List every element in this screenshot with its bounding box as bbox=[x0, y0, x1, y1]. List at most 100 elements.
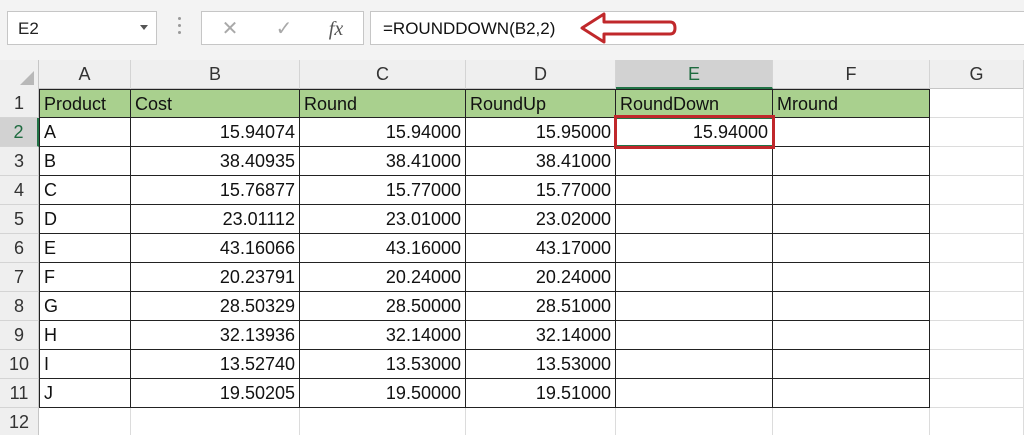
formula-input[interactable]: =ROUNDDOWN(B2,2) bbox=[370, 11, 1024, 45]
cell-c4[interactable]: 15.77000 bbox=[300, 176, 466, 205]
cell-e10[interactable] bbox=[616, 350, 773, 379]
cancel-icon[interactable]: ✕ bbox=[217, 16, 243, 42]
cell-f12[interactable] bbox=[773, 408, 930, 435]
cell-a8[interactable]: G bbox=[39, 292, 131, 321]
cell-g12[interactable] bbox=[930, 408, 1024, 435]
cell-a4[interactable]: C bbox=[39, 176, 131, 205]
cell-b9[interactable]: 32.13936 bbox=[131, 321, 300, 350]
cell-g2[interactable] bbox=[930, 118, 1024, 147]
cell-g10[interactable] bbox=[930, 350, 1024, 379]
column-header-a[interactable]: A bbox=[39, 60, 131, 89]
row-header-4[interactable]: 4 bbox=[0, 176, 39, 205]
row-header-5[interactable]: 5 bbox=[0, 205, 39, 234]
column-header-g[interactable]: G bbox=[930, 60, 1024, 89]
cell-c12[interactable] bbox=[300, 408, 466, 435]
cell-b10[interactable]: 13.52740 bbox=[131, 350, 300, 379]
cell-g7[interactable] bbox=[930, 263, 1024, 292]
cell-c7[interactable]: 20.24000 bbox=[300, 263, 466, 292]
cell-a6[interactable]: E bbox=[39, 234, 131, 263]
cell-g6[interactable] bbox=[930, 234, 1024, 263]
cell-d8[interactable]: 28.51000 bbox=[466, 292, 616, 321]
cell-b2[interactable]: 15.94074 bbox=[131, 118, 300, 147]
cell-e3[interactable] bbox=[616, 147, 773, 176]
cell-d10[interactable]: 13.53000 bbox=[466, 350, 616, 379]
column-header-e[interactable]: E bbox=[616, 60, 773, 89]
cell-f11[interactable] bbox=[773, 379, 930, 408]
cell-a9[interactable]: H bbox=[39, 321, 131, 350]
cell-a2[interactable]: A bbox=[39, 118, 131, 147]
cell-e4[interactable] bbox=[616, 176, 773, 205]
cell-g5[interactable] bbox=[930, 205, 1024, 234]
row-header-12[interactable]: 12 bbox=[0, 408, 39, 435]
column-header-b[interactable]: B bbox=[131, 60, 300, 89]
cell-a1[interactable]: Product bbox=[39, 89, 131, 118]
cell-f2[interactable] bbox=[773, 118, 930, 147]
cell-a3[interactable]: B bbox=[39, 147, 131, 176]
cell-d4[interactable]: 15.77000 bbox=[466, 176, 616, 205]
column-header-d[interactable]: D bbox=[466, 60, 616, 89]
cell-d3[interactable]: 38.41000 bbox=[466, 147, 616, 176]
cell-e8[interactable] bbox=[616, 292, 773, 321]
cell-e7[interactable] bbox=[616, 263, 773, 292]
cell-e1[interactable]: RoundDown bbox=[616, 89, 773, 118]
cell-f5[interactable] bbox=[773, 205, 930, 234]
cell-d12[interactable] bbox=[466, 408, 616, 435]
cell-b11[interactable]: 19.50205 bbox=[131, 379, 300, 408]
row-header-10[interactable]: 10 bbox=[0, 350, 39, 379]
cell-f8[interactable] bbox=[773, 292, 930, 321]
insert-function-icon[interactable]: fx bbox=[323, 16, 349, 42]
cell-e6[interactable] bbox=[616, 234, 773, 263]
column-header-c[interactable]: C bbox=[300, 60, 466, 89]
cell-f10[interactable] bbox=[773, 350, 930, 379]
cell-b3[interactable]: 38.40935 bbox=[131, 147, 300, 176]
cell-d7[interactable]: 20.24000 bbox=[466, 263, 616, 292]
cell-b4[interactable]: 15.76877 bbox=[131, 176, 300, 205]
cell-d2[interactable]: 15.95000 bbox=[466, 118, 616, 147]
row-header-1[interactable]: 1 bbox=[0, 89, 39, 118]
cell-b6[interactable]: 43.16066 bbox=[131, 234, 300, 263]
select-all-button[interactable] bbox=[0, 60, 39, 89]
cell-c8[interactable]: 28.50000 bbox=[300, 292, 466, 321]
cell-d6[interactable]: 43.17000 bbox=[466, 234, 616, 263]
cell-c3[interactable]: 38.41000 bbox=[300, 147, 466, 176]
cell-a5[interactable]: D bbox=[39, 205, 131, 234]
cell-c1[interactable]: Round bbox=[300, 89, 466, 118]
enter-icon[interactable]: ✓ bbox=[271, 16, 297, 42]
row-header-11[interactable]: 11 bbox=[0, 379, 39, 408]
cell-c2[interactable]: 15.94000 bbox=[300, 118, 466, 147]
cell-e2[interactable]: 15.94000 bbox=[616, 118, 773, 147]
chevron-down-icon[interactable] bbox=[140, 25, 148, 30]
grip-dots-icon[interactable] bbox=[176, 17, 182, 41]
cell-e9[interactable] bbox=[616, 321, 773, 350]
cell-f4[interactable] bbox=[773, 176, 930, 205]
cell-c5[interactable]: 23.01000 bbox=[300, 205, 466, 234]
cell-d1[interactable]: RoundUp bbox=[466, 89, 616, 118]
cell-a10[interactable]: I bbox=[39, 350, 131, 379]
cell-c10[interactable]: 13.53000 bbox=[300, 350, 466, 379]
cell-e12[interactable] bbox=[616, 408, 773, 435]
cell-f6[interactable] bbox=[773, 234, 930, 263]
cell-g4[interactable] bbox=[930, 176, 1024, 205]
cell-g9[interactable] bbox=[930, 321, 1024, 350]
cell-a12[interactable] bbox=[39, 408, 131, 435]
row-header-9[interactable]: 9 bbox=[0, 321, 39, 350]
cell-a7[interactable]: F bbox=[39, 263, 131, 292]
cell-b12[interactable] bbox=[131, 408, 300, 435]
row-header-3[interactable]: 3 bbox=[0, 147, 39, 176]
cell-c9[interactable]: 32.14000 bbox=[300, 321, 466, 350]
cell-g8[interactable] bbox=[930, 292, 1024, 321]
cell-g3[interactable] bbox=[930, 147, 1024, 176]
cell-a11[interactable]: J bbox=[39, 379, 131, 408]
cell-g1[interactable] bbox=[930, 89, 1024, 118]
cell-f3[interactable] bbox=[773, 147, 930, 176]
cell-f1[interactable]: Mround bbox=[773, 89, 930, 118]
cell-b8[interactable]: 28.50329 bbox=[131, 292, 300, 321]
row-header-6[interactable]: 6 bbox=[0, 234, 39, 263]
name-box[interactable]: E2 bbox=[7, 11, 157, 45]
cell-f7[interactable] bbox=[773, 263, 930, 292]
row-header-7[interactable]: 7 bbox=[0, 263, 39, 292]
cell-b1[interactable]: Cost bbox=[131, 89, 300, 118]
row-header-8[interactable]: 8 bbox=[0, 292, 39, 321]
cell-c6[interactable]: 43.16000 bbox=[300, 234, 466, 263]
cell-e5[interactable] bbox=[616, 205, 773, 234]
